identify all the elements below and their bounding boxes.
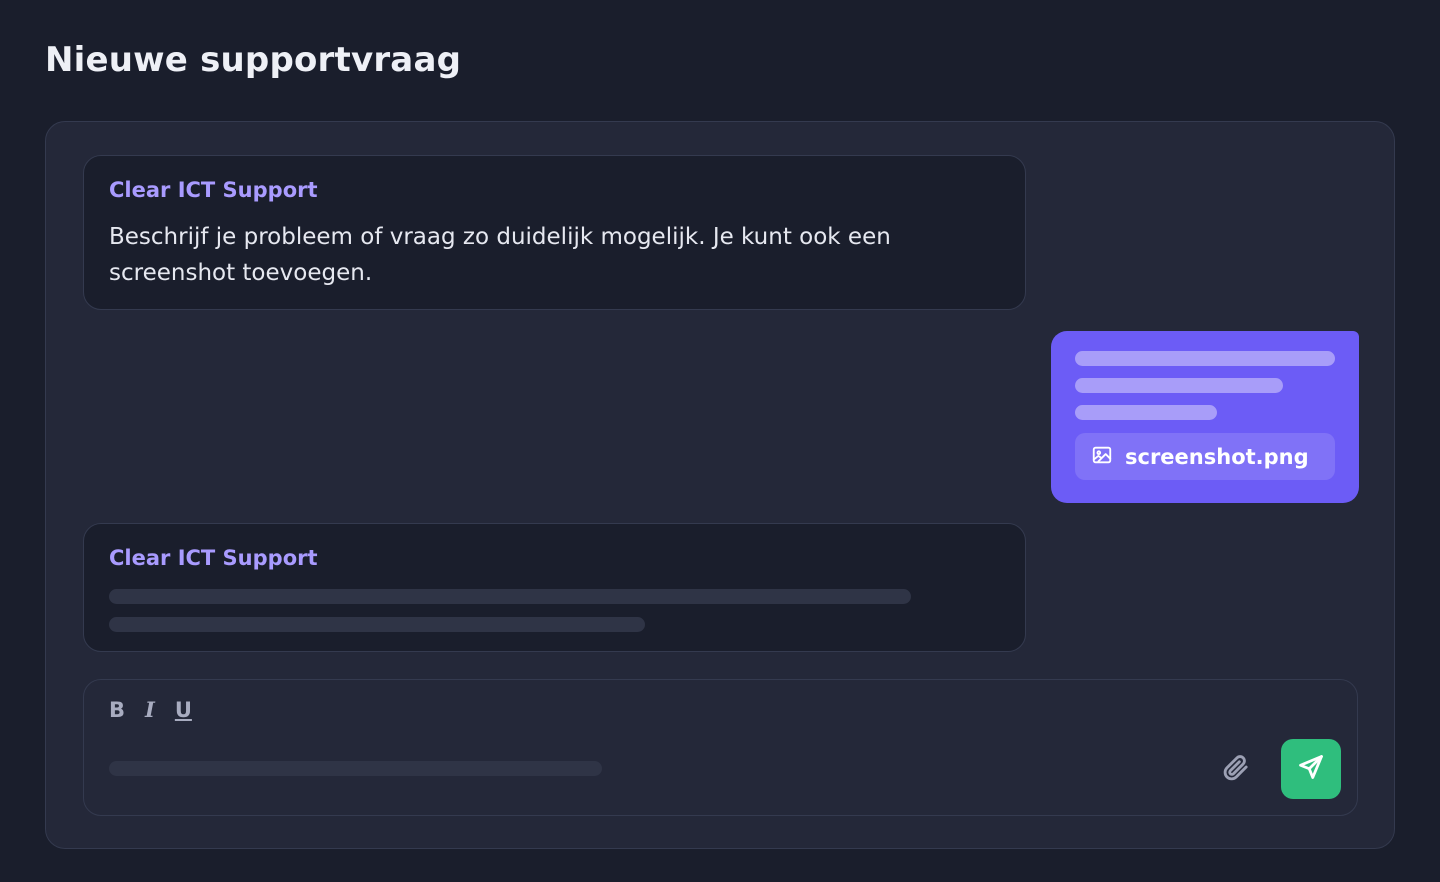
typing-skeleton-line [109,589,911,604]
message-text-placeholder [1075,378,1283,393]
send-icon [1297,753,1325,785]
bold-button[interactable]: B [109,696,125,724]
message-text-placeholder [1075,405,1217,420]
message-input[interactable] [109,761,602,776]
underline-button[interactable]: U [175,696,192,724]
image-icon [1091,444,1113,470]
send-button[interactable] [1281,739,1341,799]
message-text-placeholder [1075,351,1335,366]
sender-name: Clear ICT Support [109,178,318,202]
support-message-typing: Clear ICT Support [83,523,1026,652]
user-message: screenshot.png [1051,331,1359,503]
format-toolbar: B I U [109,696,192,724]
attachment-name: screenshot.png [1125,444,1309,469]
sender-name: Clear ICT Support [109,546,318,570]
message-composer: B I U [83,679,1358,816]
support-message: Clear ICT Support Beschrijf je probleem … [83,155,1026,310]
italic-button[interactable]: I [145,696,155,724]
attach-button[interactable] [1219,753,1253,787]
chat-panel: Clear ICT Support Beschrijf je probleem … [45,121,1395,849]
typing-skeleton-line [109,617,645,632]
page-title: Nieuwe supportvraag [45,40,462,80]
message-text: Beschrijf je probleem of vraag zo duidel… [109,224,891,286]
attachment-chip[interactable]: screenshot.png [1075,433,1335,480]
paperclip-icon [1223,755,1249,785]
